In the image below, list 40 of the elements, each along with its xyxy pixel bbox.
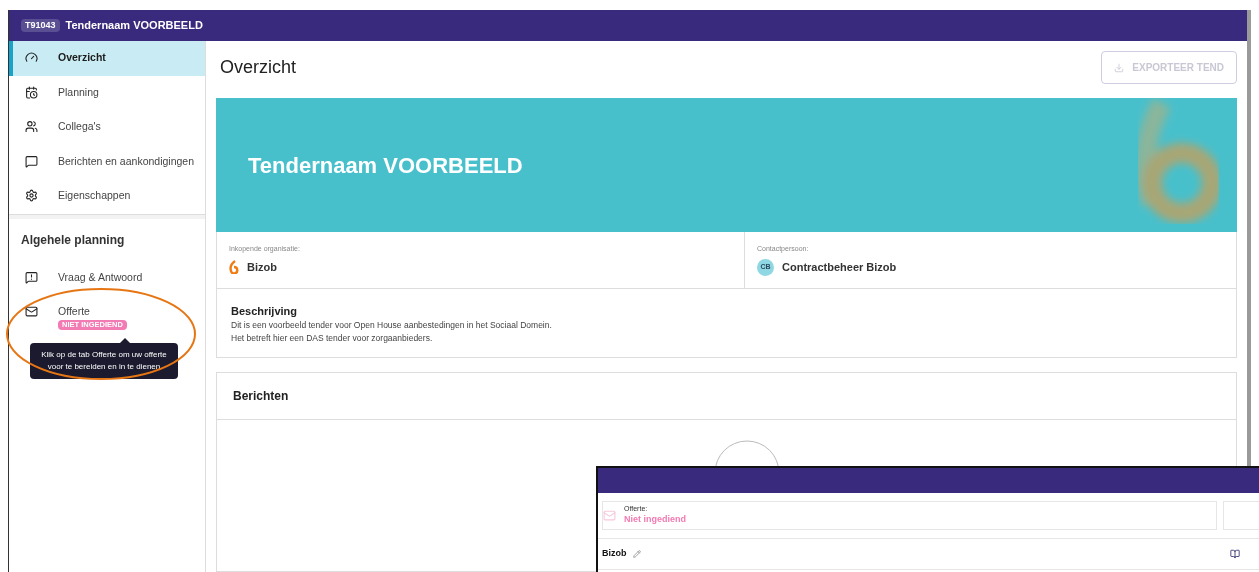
sidebar-item[interactable]: Collega's bbox=[9, 110, 205, 145]
window-title: Tendernaam VOORBEELD bbox=[65, 18, 203, 34]
page-title: Overzicht bbox=[220, 56, 297, 79]
tooltip: Klik op de tab Offerte om uw offerte voor te bereiden en in te dienen bbox=[30, 343, 178, 379]
contact-name: Contractbeheer Bizob bbox=[782, 259, 897, 275]
settings-icon bbox=[25, 189, 38, 202]
sidebar-item[interactable]: Eigenschappen bbox=[9, 179, 205, 214]
sidebar-item[interactable]: Berichten en aankondigingen bbox=[9, 144, 205, 179]
tender-code: T91043 bbox=[21, 18, 60, 33]
download-icon bbox=[1114, 62, 1125, 73]
sidebar-item-label: Overzicht bbox=[58, 51, 106, 64]
organisation-name: Bizob bbox=[247, 259, 277, 275]
status-value: Niet ingediend bbox=[624, 512, 686, 526]
sidebar-item-label: Eigenschappen bbox=[58, 189, 131, 202]
sidebar-item-label: Vraag & Antwoord bbox=[58, 270, 143, 284]
card-background bbox=[1223, 501, 1259, 530]
mail-icon bbox=[25, 305, 38, 318]
section-title: Algehele planning bbox=[20, 231, 126, 249]
people-icon bbox=[25, 120, 38, 133]
sidebar-item-label: Berichten en aankondigingen bbox=[58, 154, 195, 168]
tooltip-pointer bbox=[120, 338, 130, 343]
gauge-icon bbox=[25, 51, 38, 64]
messages-title: Berichten bbox=[217, 373, 1236, 420]
sidebar-item[interactable]: Vraag & Antwoord bbox=[9, 260, 205, 295]
question-chat-icon bbox=[25, 270, 38, 284]
book-icon[interactable] bbox=[1230, 548, 1240, 559]
description-title: Beschrijving bbox=[231, 303, 299, 319]
sidebar-item-label: Offerte bbox=[58, 305, 91, 318]
mail-icon bbox=[603, 509, 616, 522]
banner-title: Tendernaam VOORBEELD bbox=[248, 151, 523, 180]
sidebar-item-label: Planning bbox=[58, 85, 99, 99]
inset-organisation-name: Bizob bbox=[602, 547, 627, 560]
sidebar-item[interactable]: Planning bbox=[9, 75, 205, 110]
sidebar-item[interactable]: Overzicht bbox=[9, 41, 205, 76]
calendar-icon bbox=[25, 85, 38, 99]
description-text: Dit is een voorbeeld tender voor Open House aanbestedingen in het Sociaal Domein. bbox=[231, 319, 553, 332]
description-text: Het betreft hier een DAS tender voor zorgaanbieders. bbox=[231, 332, 434, 345]
logo-icon bbox=[229, 259, 239, 274]
chat-icon bbox=[25, 154, 38, 168]
sidebar-item-label: Collega's bbox=[58, 120, 101, 133]
